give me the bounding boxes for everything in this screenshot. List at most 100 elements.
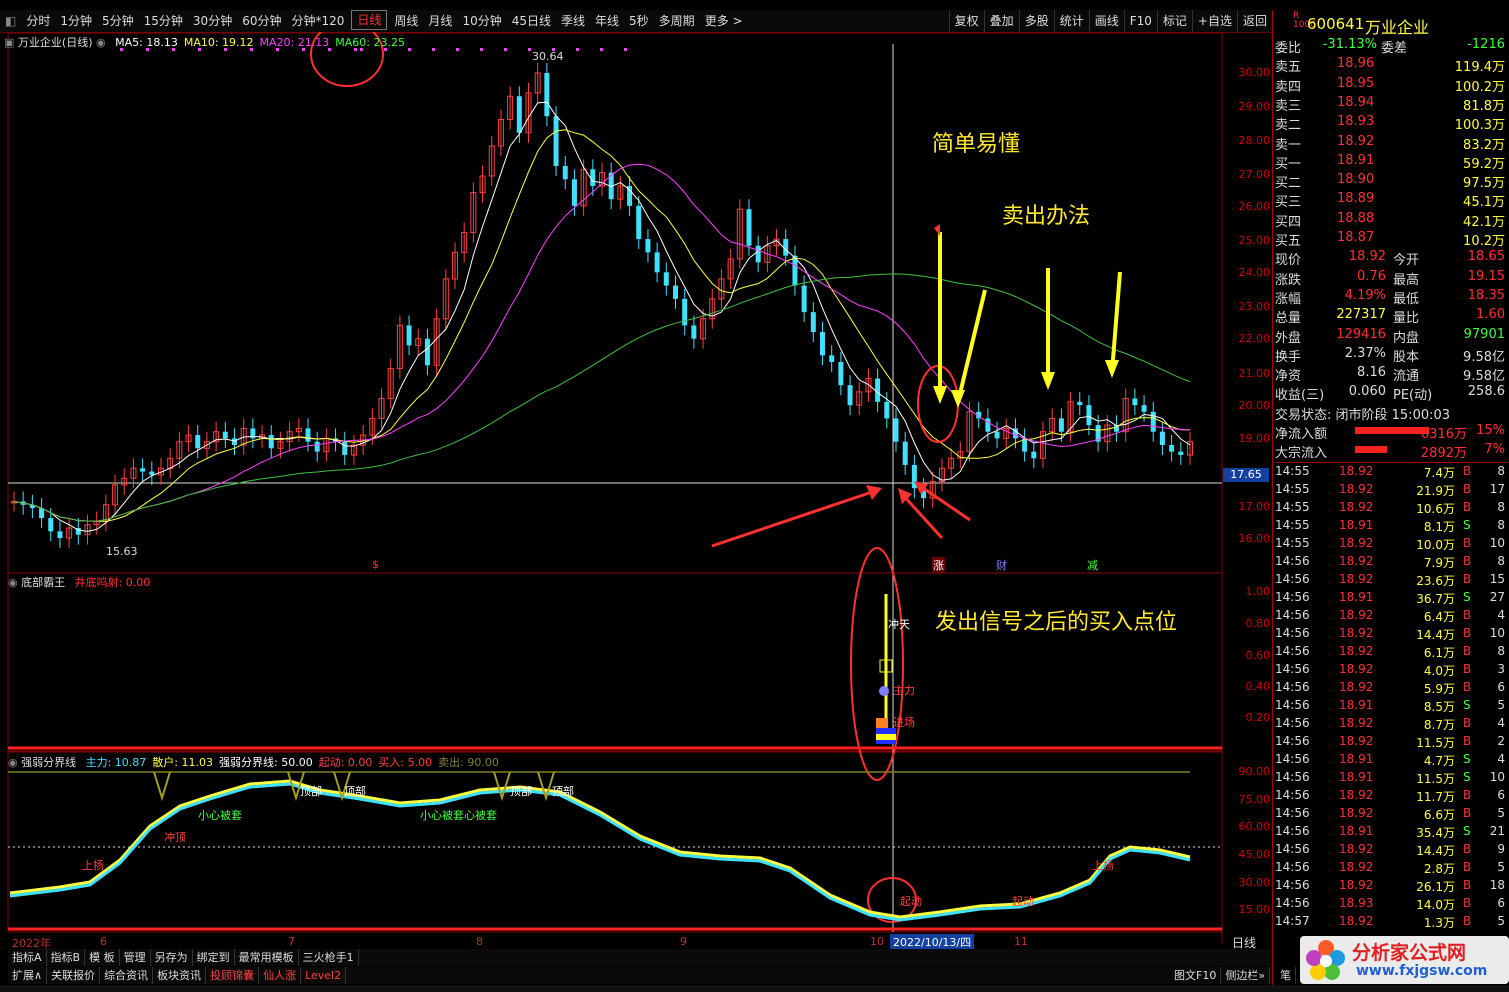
info-tab[interactable]: Level2 [301,967,347,984]
price-tick: 25.00 [1238,234,1271,247]
text-chongding: 冲顶 [164,831,186,844]
stat-value: 227317 [1336,307,1386,323]
tick-count: 6 [1497,679,1505,694]
info-tab[interactable]: 投顾锦囊 [206,967,260,984]
timeframe-tab-5[interactable]: 60分钟 [237,10,286,32]
bid-row: 买二 18.90 97.5万 [1275,171,1507,191]
indicator-tab[interactable]: 模 板 [85,949,120,966]
info-tab[interactable]: 扩展∧ [8,967,48,984]
indicator-tab[interactable]: 指标A [8,949,47,966]
timeframe-tab-8[interactable]: 周线 [389,10,423,32]
indicator-tab[interactable]: 最常用模板 [235,949,299,966]
panel-toggle-icon[interactable]: ◧ [0,10,21,32]
indicator-tab[interactable]: 指标B [47,949,86,966]
info-tab[interactable]: 综合资讯 [100,967,154,984]
toolbar-button-6[interactable]: 标记 [1156,10,1192,32]
date-tick: 10 [870,935,884,948]
bottom-right-buttons: 图文F10 侧边栏» 笔 [1170,967,1297,984]
fin-row: 净资 8.16 流通 9.58亿 [1275,364,1507,384]
tick-volume: 10.6万 [1416,501,1455,516]
info-tab[interactable]: 仙人涨 [259,967,302,984]
stat-label: 最低 [1393,291,1420,307]
tick-side: B [1463,481,1472,496]
tick-count: 10 [1489,535,1505,550]
toolbar-button-5[interactable]: F10 [1123,10,1157,32]
flag-marker [934,224,940,236]
timeframe-tab-15[interactable]: 多周期 [654,10,700,32]
indicator-tab[interactable]: 三火枪手1 [299,949,359,966]
tick-side: B [1463,715,1472,730]
tick-time: 14:56 [1275,625,1310,640]
chart-canvas[interactable] [0,32,1272,944]
toolbar-button-2[interactable]: 多股 [1018,10,1054,32]
tick-count: 21 [1489,823,1505,838]
tick-time: 14:55 [1275,463,1310,478]
toolbar-button-3[interactable]: 统计 [1053,10,1089,32]
timeframe-tab-9[interactable]: 月线 [423,10,457,32]
timeframe-tab-2[interactable]: 5分钟 [97,10,139,32]
candle-body [829,355,835,362]
tick-price: 18.92 [1339,859,1374,874]
indicator-tab[interactable]: 绑定到 [193,949,235,966]
timeframe-tab-11[interactable]: 45日线 [507,10,556,32]
panel3-icon[interactable]: ◉ [8,756,18,769]
tick-count: 8 [1497,643,1505,658]
timeframe-tab-12[interactable]: 季线 [556,10,590,32]
date-tick: 9 [680,935,687,948]
ma-legend-item: MA10: 19.12 [183,36,254,49]
timeframe-tabs: 分时 1分钟 5分钟 15分钟 30分钟 60分钟 分钟*120 日线 周线 月线 10分钟 45日线… [21,10,747,32]
timeframe-tab-6[interactable]: 分钟*120 [286,10,349,32]
weibi-value: -31.13% [1322,37,1377,52]
toolbar-button-1[interactable]: 叠加 [983,10,1019,32]
sidebar-button[interactable]: 侧边栏» [1221,967,1271,984]
info-tab[interactable]: 板块资讯 [153,967,207,984]
indicator-tab[interactable]: 管理 [120,949,151,966]
toolbar-button-8[interactable]: 返回 [1236,10,1272,32]
tick-price: 18.92 [1339,913,1374,928]
timeframe-tab-13[interactable]: 年线 [590,10,624,32]
ask-row: 卖三 18.94 81.8万 [1275,94,1507,114]
candle-body [985,418,991,432]
timeframe-tab-14[interactable]: 5秒 [624,10,654,32]
tick-row: 14:56 18.92 2.8万 B 5 [1275,860,1507,878]
stat-value: 18.65 [1467,249,1505,265]
candle-body [305,428,311,442]
tick-volume: 21.9万 [1416,483,1455,498]
tick-volume: 7.4万 [1423,465,1455,480]
candle-body [746,209,752,246]
toolbar-button-4[interactable]: 画线 [1088,10,1124,32]
timeframe-tab-4[interactable]: 30分钟 [188,10,237,32]
stat-value: 4.19% [1344,287,1386,303]
dropdown-icon[interactable]: ◉ [96,36,106,49]
timeframe-tab-3[interactable]: 15分钟 [139,10,188,32]
info-tab[interactable]: 关联报价 [47,967,101,984]
tick-side: B [1463,895,1472,910]
tick-time: 14:56 [1275,805,1310,820]
timeframe-toolbar: ◧ 分时 1分钟 5分钟 15分钟 30分钟 60分钟 分钟*120 日线 周线 月线 10分钟 45… [0,10,1272,33]
f10-button[interactable]: 图文F10 [1170,967,1222,984]
candle-body [875,378,881,402]
candle-body [1031,451,1037,459]
indicator-tab[interactable]: 另存为 [151,949,193,966]
pen-button[interactable]: 笔 [1276,967,1297,984]
tick-side: B [1463,859,1472,874]
tick-volume: 5.9万 [1423,681,1455,696]
tick-volume: 6.1万 [1423,645,1455,660]
tick-row: 14:56 18.92 6.4万 B 4 [1275,608,1507,626]
toolbar-button-7[interactable]: +自选 [1191,10,1237,32]
timeframe-tab-0[interactable]: 分时 [21,10,55,32]
tick-volume: 6.6万 [1423,807,1455,822]
candle-body [755,245,761,263]
timeframe-tab-1[interactable]: 1分钟 [55,10,97,32]
panel2-icon[interactable]: ◉ [8,576,18,589]
timeframe-tab-10[interactable]: 10分钟 [457,10,506,32]
timeframe-tab-16[interactable]: 更多 > [700,10,748,32]
stat-value: 1.60 [1476,307,1505,323]
tick-side: B [1463,787,1472,802]
tick-volume: 14.0万 [1416,897,1455,912]
ask-price: 18.93 [1337,114,1375,130]
signal-dot [879,686,889,696]
timeframe-tab-7[interactable]: 日线 [351,10,388,30]
toolbar-button-0[interactable]: 复权 [948,10,984,32]
red-arrow [711,488,879,548]
